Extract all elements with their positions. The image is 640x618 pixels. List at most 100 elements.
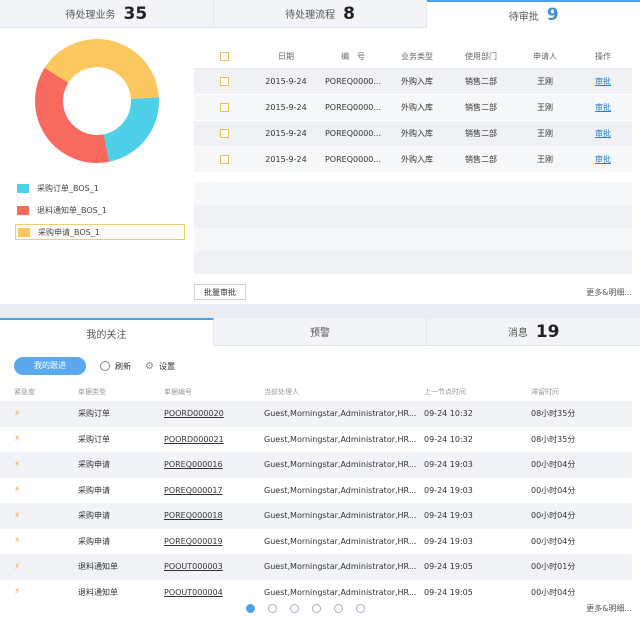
cell-number: POREQ0000... bbox=[318, 146, 388, 173]
tab-pending-approval[interactable]: 待审批 9 bbox=[427, 0, 640, 28]
doc-number-text[interactable]: POREQ000018 bbox=[164, 511, 223, 520]
tab-pending-process[interactable]: 待处理流程 8 bbox=[213, 0, 428, 28]
approve-link[interactable]: 审批 bbox=[574, 68, 632, 95]
row-checkbox[interactable] bbox=[194, 120, 254, 147]
tab-pending-business[interactable]: 待处理业务 35 bbox=[0, 0, 214, 28]
urgency-bolt-icon: ⚡ bbox=[0, 477, 60, 503]
row-checkbox[interactable] bbox=[194, 146, 254, 173]
tab-my-follow[interactable]: 我的关注 bbox=[0, 318, 214, 346]
doc-number-text[interactable]: POREQ000017 bbox=[164, 486, 223, 495]
cell-applicant: 王刚 bbox=[516, 146, 574, 173]
pager-dot[interactable] bbox=[246, 604, 255, 613]
pager-dot[interactable] bbox=[356, 604, 365, 613]
cell-last-node-time: 09-24 10:32 bbox=[420, 401, 517, 427]
doc-number-text[interactable]: POORD000021 bbox=[164, 435, 224, 444]
table-row[interactable]: ⚡ 采购申请 POREQ000017 Guest,Morningstar,Admini… bbox=[0, 477, 632, 503]
tab-count: 35 bbox=[123, 3, 148, 24]
refresh-radio-icon bbox=[100, 361, 110, 371]
tab-warning[interactable]: 预警 bbox=[213, 318, 428, 346]
cell-last-node-time: 09-24 19:03 bbox=[420, 452, 517, 478]
cell-doc-type: 采购申请 bbox=[60, 503, 160, 529]
tab-messages[interactable]: 消息 19 bbox=[427, 318, 640, 346]
row-checkbox[interactable] bbox=[194, 94, 254, 121]
cell-last-node-time: 09-24 10:32 bbox=[420, 426, 517, 452]
settings-label: 设置 bbox=[158, 361, 175, 371]
doc-number-link[interactable]: POREQ000019 bbox=[160, 528, 260, 554]
doc-number-text[interactable]: POORD000020 bbox=[164, 409, 224, 418]
table-row[interactable]: ⚡ 退料通知单 POOUT000003 Guest,Morningstar,Admin… bbox=[0, 554, 632, 580]
urgency-bolt-icon: ⚡ bbox=[0, 554, 60, 580]
doc-number-text[interactable]: POREQ000016 bbox=[164, 460, 223, 469]
more-details-link[interactable]: 更多&明细... bbox=[586, 287, 632, 298]
pager-dot[interactable] bbox=[268, 604, 277, 613]
doc-number-link[interactable]: POORD000021 bbox=[160, 426, 260, 452]
doc-number-link[interactable]: POREQ000017 bbox=[160, 477, 260, 503]
refresh-button[interactable]: 刷新 bbox=[100, 361, 131, 372]
table-row[interactable]: 2015-9-24 POREQ0000... 外购入库 销售二部 王刚 审批 bbox=[194, 146, 632, 173]
donut-slice[interactable] bbox=[35, 67, 110, 163]
table-row[interactable]: ⚡ 退料通知单 POOUT000004 Guest,Morningstar,Admin… bbox=[0, 579, 632, 605]
urgency-bolt-icon: ⚡ bbox=[0, 426, 60, 452]
empty-row bbox=[194, 182, 632, 205]
table-row[interactable]: ⚡ 采购订单 POORD000021 Guest,Morningstar,Admini… bbox=[0, 426, 632, 452]
pager-dot[interactable] bbox=[334, 604, 343, 613]
pager-dot[interactable] bbox=[312, 604, 321, 613]
select-all-checkbox[interactable] bbox=[194, 44, 254, 69]
doc-number-link[interactable]: POOUT000003 bbox=[160, 554, 260, 580]
approve-link-text[interactable]: 审批 bbox=[595, 155, 611, 164]
cell-handler: Guest,Morningstar,Administrator,HR... bbox=[260, 452, 420, 478]
settings-button[interactable]: ⚙ 设置 bbox=[145, 361, 175, 372]
col-doc-number: 单据编号 bbox=[164, 388, 192, 396]
table-row[interactable]: 2015-9-24 POREQ0000... 外购入库 销售二部 王刚 审批 bbox=[194, 94, 632, 121]
tab-count: 9 bbox=[546, 5, 559, 25]
gear-icon: ⚙ bbox=[145, 360, 154, 372]
col-business-type: 业务类型 bbox=[388, 44, 446, 69]
pager-dot[interactable] bbox=[290, 604, 299, 613]
batch-approve-button[interactable]: 批量审批 bbox=[194, 284, 246, 300]
row-checkbox[interactable] bbox=[194, 68, 254, 95]
cell-department: 销售二部 bbox=[446, 94, 516, 121]
tab-count: 8 bbox=[343, 3, 355, 24]
pager bbox=[246, 604, 365, 613]
table-row[interactable]: ⚡ 采购申请 POREQ000016 Guest,Morningstar,Admini… bbox=[0, 452, 632, 478]
doc-number-link[interactable]: POOUT000004 bbox=[160, 579, 260, 605]
more-details-link[interactable]: 更多&明细... bbox=[586, 603, 632, 614]
doc-number-link[interactable]: POREQ000016 bbox=[160, 452, 260, 478]
col-stay-time: 滞留时间 bbox=[531, 388, 559, 396]
cell-applicant: 王刚 bbox=[516, 94, 574, 121]
approve-link[interactable]: 审批 bbox=[574, 146, 632, 173]
my-tracking-button[interactable]: 我的跟进 bbox=[14, 357, 86, 375]
doc-number-text[interactable]: POOUT000003 bbox=[164, 562, 223, 571]
refresh-label: 刷新 bbox=[115, 361, 131, 371]
table-row[interactable]: ⚡ 采购订单 POORD000020 Guest,Morningstar,Admini… bbox=[0, 401, 632, 427]
approve-link[interactable]: 审批 bbox=[574, 94, 632, 121]
pending-panel: 待处理业务 35 待处理流程 8 待审批 9 采购订单_BOS_1 退料通知单_… bbox=[0, 0, 640, 304]
urgency-bolt-icon: ⚡ bbox=[0, 579, 60, 605]
approve-link-text[interactable]: 审批 bbox=[595, 129, 611, 138]
table-row[interactable]: ⚡ 采购申请 POREQ000018 Guest,Morningstar,Admini… bbox=[0, 503, 632, 529]
legend-label: 退料通知单_BOS_1 bbox=[37, 205, 107, 215]
follow-table: 紧急度 单据类型 单据编号 当前处理人 上一节点时间 滞留时间 ⚡ 采购订单 POO… bbox=[0, 383, 632, 605]
doc-number-text[interactable]: POREQ000019 bbox=[164, 537, 223, 546]
approve-link[interactable]: 审批 bbox=[574, 120, 632, 147]
table-row[interactable]: 2015-9-24 POREQ0000... 外购入库 销售二部 王刚 审批 bbox=[194, 68, 632, 95]
doc-number-link[interactable]: POREQ000018 bbox=[160, 503, 260, 529]
table-row[interactable]: ⚡ 采购申请 POREQ000019 Guest,Morningstar,Admini… bbox=[0, 528, 632, 554]
cell-last-node-time: 09-24 19:03 bbox=[420, 477, 517, 503]
doc-number-link[interactable]: POORD000020 bbox=[160, 401, 260, 427]
table-row[interactable]: 2015-9-24 POREQ0000... 外购入库 销售二部 王刚 审批 bbox=[194, 120, 632, 147]
donut-slice[interactable] bbox=[103, 97, 159, 162]
legend-item[interactable]: 退料通知单_BOS_1 bbox=[15, 202, 185, 218]
approve-link-text[interactable]: 审批 bbox=[595, 77, 611, 86]
legend-swatch bbox=[17, 205, 29, 215]
doc-number-text[interactable]: POOUT000004 bbox=[164, 588, 223, 597]
tab-label: 待处理流程 bbox=[285, 10, 336, 21]
cell-department: 销售二部 bbox=[446, 120, 516, 147]
cell-doc-type: 采购申请 bbox=[60, 528, 160, 554]
table-header-row: 紧急度 单据类型 单据编号 当前处理人 上一节点时间 滞留时间 bbox=[0, 383, 632, 401]
approve-link-text[interactable]: 审批 bbox=[595, 103, 611, 112]
tab-label: 待审批 bbox=[508, 11, 539, 23]
legend-item[interactable]: 采购申请_BOS_1 bbox=[15, 224, 185, 240]
legend-item[interactable]: 采购订单_BOS_1 bbox=[15, 180, 185, 196]
table-header-row: 日期 编 号 业务类型 使用部门 申请人 操作 bbox=[194, 44, 632, 69]
